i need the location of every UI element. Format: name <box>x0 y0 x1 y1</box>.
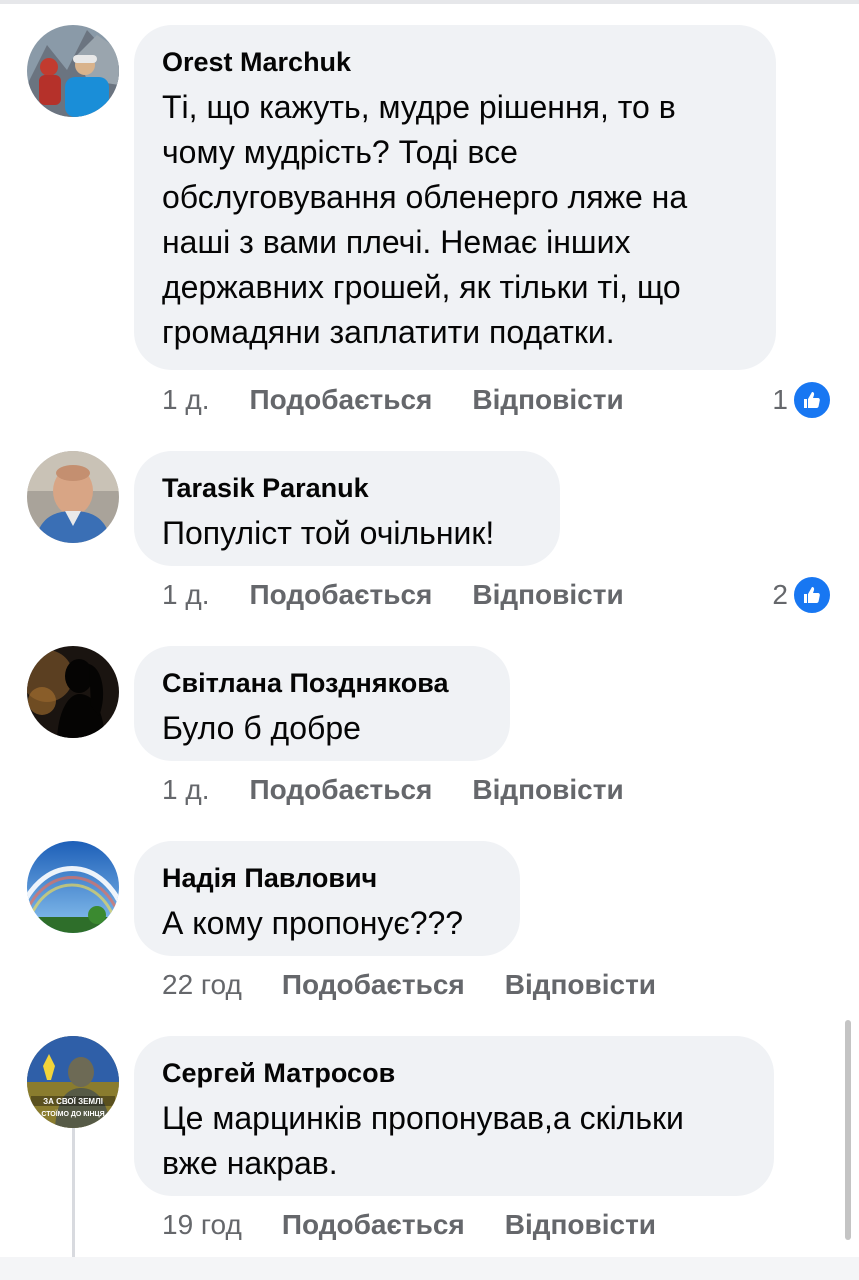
like-button[interactable]: Подобається <box>249 384 432 416</box>
comment-bubble: Сергей Матросов Це марцинків пропонував,… <box>134 1036 774 1196</box>
avatar[interactable] <box>27 646 119 738</box>
comment-time[interactable]: 22 год <box>162 969 242 1001</box>
comment-actions: 1 д. Подобається Відповісти <box>162 382 624 418</box>
thumbs-up-icon <box>792 575 832 615</box>
reaction-summary[interactable]: 2 <box>772 575 832 615</box>
avatar[interactable] <box>27 451 119 543</box>
thumbs-up-icon <box>792 380 832 420</box>
comment-author[interactable]: Сергей Матросов <box>162 1056 746 1090</box>
reply-button[interactable]: Відповісти <box>505 969 656 1001</box>
comment-author[interactable]: Світлана Позднякова <box>162 666 482 700</box>
comment-time[interactable]: 19 год <box>162 1209 242 1241</box>
comment-time[interactable]: 1 д. <box>162 579 209 611</box>
avatar[interactable] <box>27 841 119 933</box>
reply-button[interactable]: Відповісти <box>472 384 623 416</box>
comment-actions: 19 год Подобається Відповісти <box>162 1207 656 1243</box>
reply-button[interactable]: Відповісти <box>472 774 623 806</box>
bottom-edge <box>0 1257 859 1280</box>
reaction-summary[interactable]: 1 <box>772 380 832 420</box>
reply-button[interactable]: Відповісти <box>472 579 623 611</box>
comment-actions: 1 д. Подобається Відповісти <box>162 772 624 808</box>
avatar[interactable]: ЗА СВОЇ ЗЕМЛІ СТОЇМО ДО КІНЦЯ <box>27 1036 119 1128</box>
reply-thread-line <box>72 1128 75 1258</box>
reaction-count: 2 <box>772 579 788 610</box>
like-button[interactable]: Подобається <box>249 579 432 611</box>
comment-bubble: Надія Павлович А кому пропонує??? <box>134 841 520 956</box>
comment-author[interactable]: Orest Marchuk <box>162 45 748 79</box>
comment-text: Було б добре <box>162 710 361 746</box>
scrollbar[interactable] <box>845 1020 851 1240</box>
comment-time[interactable]: 1 д. <box>162 384 209 416</box>
comment-text: Це марцинків пропонував,а скільки вже на… <box>162 1100 684 1181</box>
reply-button[interactable]: Відповісти <box>505 1209 656 1241</box>
comment-actions: 22 год Подобається Відповісти <box>162 967 656 1003</box>
avatar[interactable] <box>27 25 119 117</box>
avatar-caption: СТОЇМО ДО КІНЦЯ <box>41 1110 104 1118</box>
avatar-caption: ЗА СВОЇ ЗЕМЛІ <box>43 1097 103 1106</box>
comment-bubble: Orest Marchuk Ті, що кажуть, мудре рішен… <box>134 25 776 370</box>
comment-text: А кому пропонує??? <box>162 905 464 941</box>
top-divider <box>0 0 859 4</box>
like-button[interactable]: Подобається <box>249 774 432 806</box>
comment-author[interactable]: Надія Павлович <box>162 861 492 895</box>
comment-text: Ті, що кажуть, мудре рішення, то в чому … <box>162 89 688 350</box>
comment-bubble: Світлана Позднякова Було б добре <box>134 646 510 761</box>
comment-bubble: Tarasik Paranuk Популіст той очільник! <box>134 451 560 566</box>
like-button[interactable]: Подобається <box>282 1209 465 1241</box>
comment-text: Популіст той очільник! <box>162 515 495 551</box>
comment-time[interactable]: 1 д. <box>162 774 209 806</box>
comment-author[interactable]: Tarasik Paranuk <box>162 471 532 505</box>
comment-actions: 1 д. Подобається Відповісти <box>162 577 624 613</box>
reaction-count: 1 <box>772 384 788 415</box>
like-button[interactable]: Подобається <box>282 969 465 1001</box>
